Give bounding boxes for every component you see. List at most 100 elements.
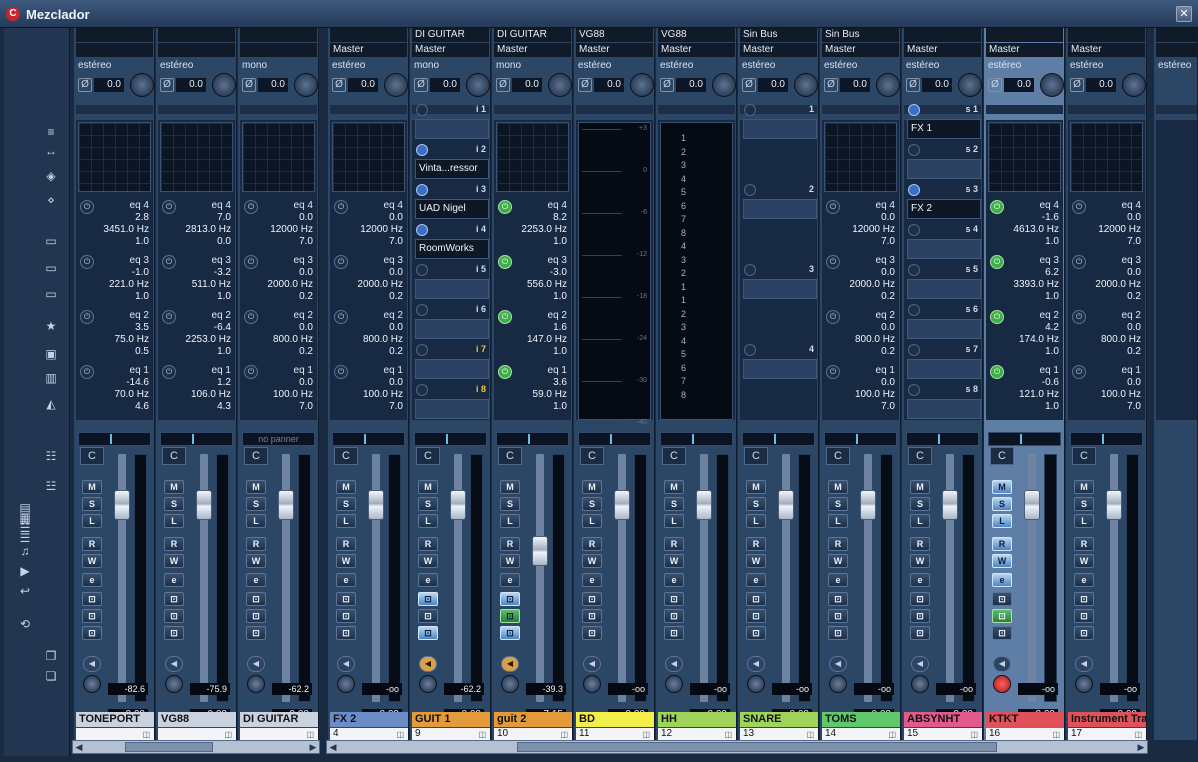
edit-channel-button[interactable]: e: [418, 573, 438, 587]
channel-option-button[interactable]: ⊡: [1074, 592, 1094, 606]
insert-slot[interactable]: i 7: [412, 344, 489, 384]
pan-control[interactable]: [1070, 432, 1143, 446]
mute-button[interactable]: M: [336, 480, 356, 494]
listen-button[interactable]: L: [828, 514, 848, 528]
insert-power-icon[interactable]: [908, 144, 920, 156]
eq-value[interactable]: 800.0 Hz: [363, 334, 403, 345]
eq-value[interactable]: 1.0: [553, 346, 567, 357]
solo-button[interactable]: S: [1074, 497, 1094, 511]
channel-option-button[interactable]: ⊡: [82, 609, 102, 623]
fader-handle[interactable]: [1106, 490, 1122, 520]
eq-value[interactable]: 121.0 Hz: [1019, 389, 1059, 400]
record-enable-button[interactable]: R: [828, 537, 848, 551]
channel-name[interactable]: KTKT: [986, 712, 1064, 727]
eq-value[interactable]: 1.0: [1045, 346, 1059, 357]
input-gain-knob[interactable]: [630, 73, 654, 97]
monitor-button[interactable]: ◀: [247, 656, 265, 672]
input-routing[interactable]: [240, 28, 317, 42]
eq-value[interactable]: 100.0 Hz: [1101, 389, 1141, 400]
channel-option-button[interactable]: ⊡: [910, 609, 930, 623]
eq-value[interactable]: 0.0: [1127, 267, 1141, 278]
eq-value[interactable]: 6.2: [1045, 267, 1059, 278]
output-routing[interactable]: Master: [986, 43, 1063, 57]
eq-value[interactable]: 174.0 Hz: [1019, 334, 1059, 345]
output-routing[interactable]: [1156, 43, 1197, 57]
channel-option-button[interactable]: ⊡: [500, 609, 520, 623]
pan-control[interactable]: [496, 432, 569, 446]
eq-value[interactable]: 0.2: [389, 346, 403, 357]
monitor-button[interactable]: ◀: [419, 656, 437, 672]
output-channels-icon[interactable]: ↩: [14, 583, 36, 599]
insert-slot[interactable]: 3: [740, 264, 817, 304]
show-sends-icon[interactable]: ⋄: [40, 192, 62, 208]
monitor-button[interactable]: ◀: [829, 656, 847, 672]
input-routing[interactable]: Sin Bus: [740, 28, 817, 42]
record-enable-button[interactable]: R: [746, 537, 766, 551]
edit-icon[interactable]: ◫: [396, 729, 404, 740]
monitor-button[interactable]: ◀: [165, 656, 183, 672]
channel-option-button[interactable]: ⊡: [746, 592, 766, 606]
eq-value[interactable]: 2.8: [135, 212, 149, 223]
insert-name[interactable]: [743, 359, 817, 379]
eq-curve-display[interactable]: [160, 122, 233, 192]
insert-name[interactable]: FX 1: [907, 119, 981, 139]
eq-value[interactable]: 0.0: [217, 236, 231, 247]
eq-value[interactable]: 100.0 Hz: [855, 389, 895, 400]
channel-name[interactable]: HH: [658, 712, 736, 727]
input-routing[interactable]: [1068, 28, 1145, 42]
eq-value[interactable]: 1.0: [1045, 236, 1059, 247]
output-routing[interactable]: [240, 43, 317, 57]
dynamics-icon[interactable]: ◭: [40, 396, 62, 412]
eq-value[interactable]: 3.5: [135, 322, 149, 333]
paste-icon[interactable]: ❏: [40, 668, 62, 684]
channel-settings-button[interactable]: C: [908, 447, 932, 465]
write-automation-button[interactable]: W: [246, 554, 266, 568]
pan-control[interactable]: [332, 432, 405, 446]
channel-option-button[interactable]: ⊡: [82, 592, 102, 606]
left-scrollbar[interactable]: ◀ ▶: [72, 740, 320, 754]
channel-option-button[interactable]: ⊡: [164, 592, 184, 606]
mute-button[interactable]: M: [1074, 480, 1094, 494]
monitor-button[interactable]: ◀: [911, 656, 929, 672]
channel-name[interactable]: Instrument Tra: [1068, 712, 1146, 727]
phase-invert-button[interactable]: Ø: [742, 78, 756, 92]
record-enable-button[interactable]: R: [164, 537, 184, 551]
eq-power-icon[interactable]: ⏻: [162, 255, 176, 269]
input-gain-knob[interactable]: [1122, 73, 1146, 97]
view-set-1-4-icon[interactable]: ▭: [40, 260, 62, 276]
eq-value[interactable]: 12000 Hz: [270, 224, 313, 235]
eq-value[interactable]: 0.2: [389, 291, 403, 302]
eq-power-icon[interactable]: ⏻: [1072, 365, 1086, 379]
insert-power-icon[interactable]: [908, 384, 920, 396]
eq-power-icon[interactable]: ⏻: [498, 255, 512, 269]
input-routing[interactable]: DI GUITAR: [412, 28, 489, 42]
fader-handle[interactable]: [114, 490, 130, 520]
eq-power-icon[interactable]: ⏻: [498, 310, 512, 324]
channel-name[interactable]: DI GUITAR: [240, 712, 318, 727]
insert-power-icon[interactable]: [416, 224, 428, 236]
channel-option-button[interactable]: ⊡: [992, 626, 1012, 640]
pan-control[interactable]: [578, 432, 651, 446]
insert-power-icon[interactable]: [908, 304, 920, 316]
output-routing[interactable]: Master: [494, 43, 571, 57]
eq-value[interactable]: 800.0 Hz: [855, 334, 895, 345]
insert-slot[interactable]: s 6: [904, 304, 981, 344]
wide-view-icon[interactable]: ☷: [40, 448, 62, 464]
insert-slot[interactable]: 1: [740, 104, 817, 144]
fader-handle[interactable]: [532, 536, 548, 566]
midi-channels-icon[interactable]: ▶: [14, 563, 36, 579]
channel-name[interactable]: VG88: [158, 712, 236, 727]
record-button[interactable]: [911, 675, 929, 693]
write-automation-button[interactable]: W: [828, 554, 848, 568]
channel-option-button[interactable]: ⊡: [82, 626, 102, 640]
edit-channel-button[interactable]: e: [164, 573, 184, 587]
eq-value[interactable]: 0.0: [881, 267, 895, 278]
record-enable-button[interactable]: R: [1074, 537, 1094, 551]
mute-button[interactable]: M: [910, 480, 930, 494]
eq-value[interactable]: 1.0: [553, 236, 567, 247]
channel-settings-button[interactable]: C: [80, 447, 104, 465]
write-automation-button[interactable]: W: [164, 554, 184, 568]
eq-value[interactable]: 100.0 Hz: [273, 389, 313, 400]
input-gain-value[interactable]: 0.0: [348, 78, 378, 92]
eq-value[interactable]: 556.0 Hz: [527, 279, 567, 290]
